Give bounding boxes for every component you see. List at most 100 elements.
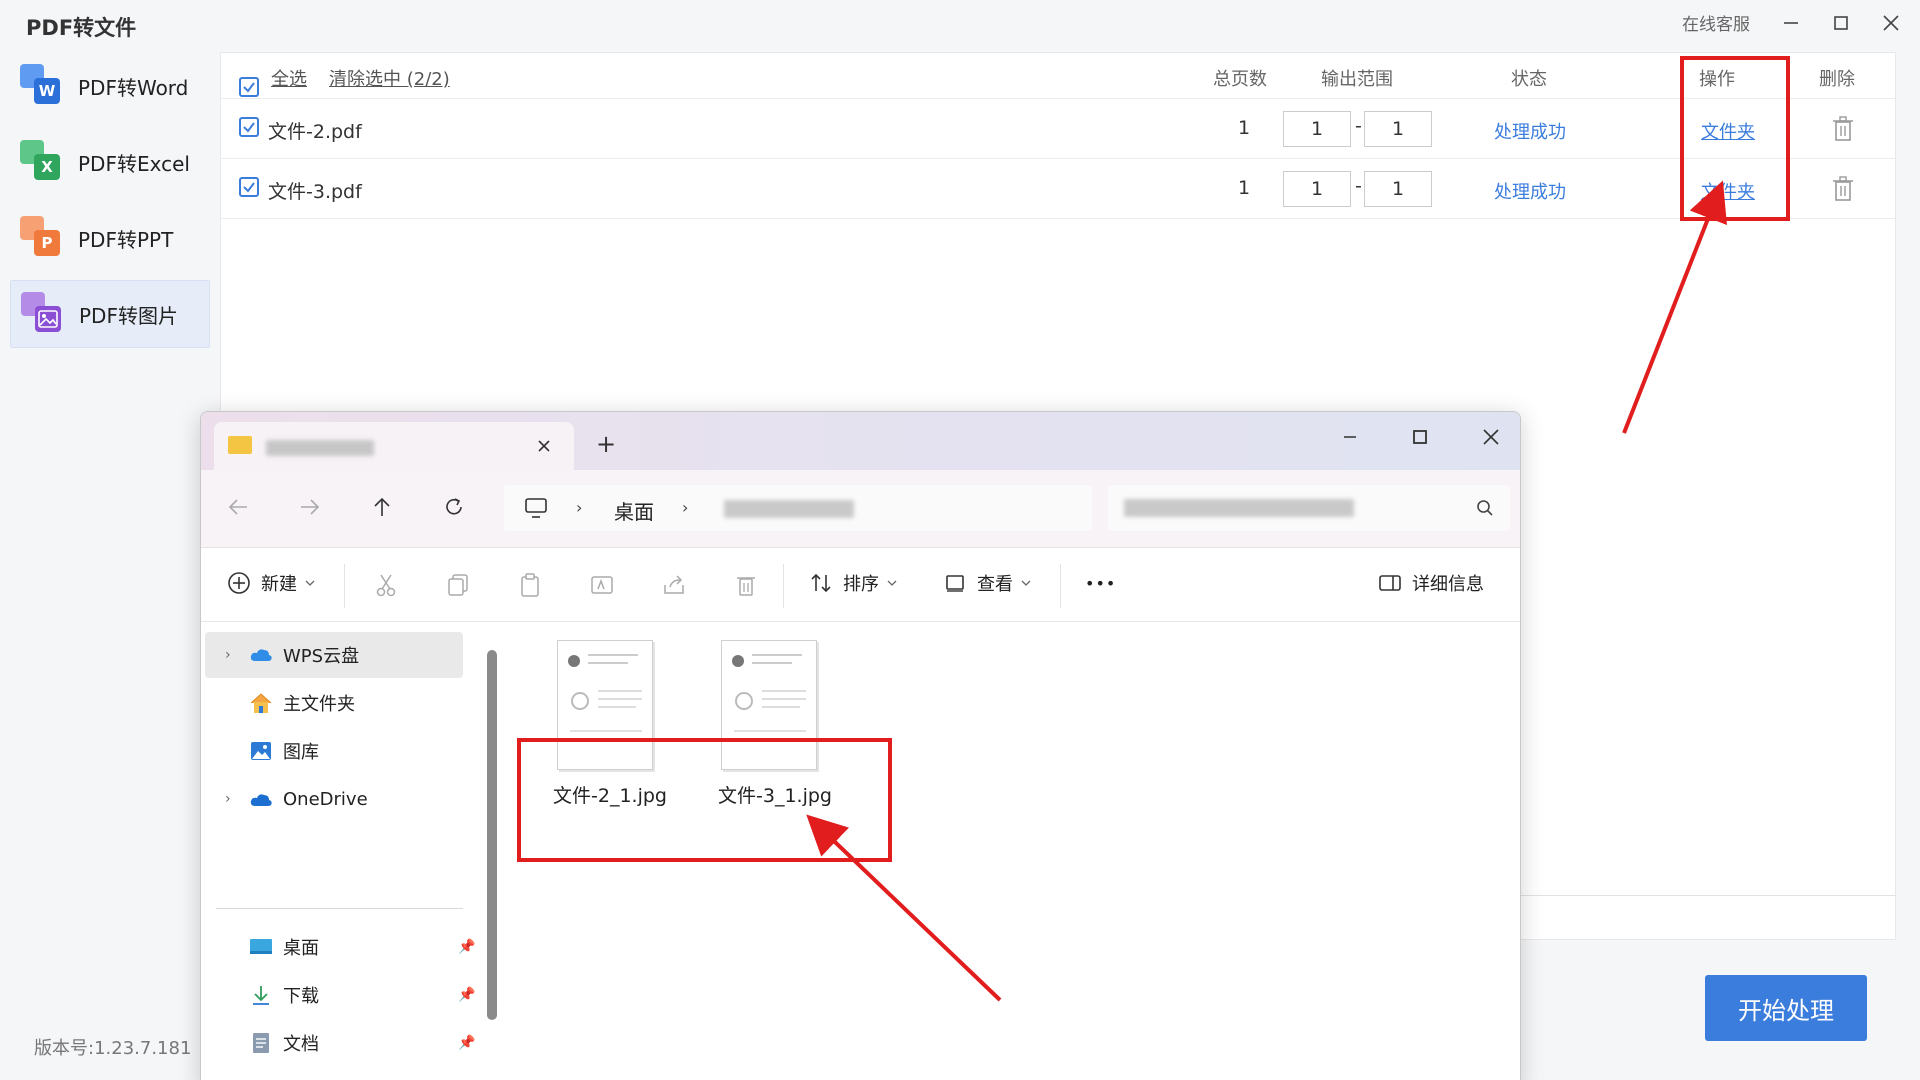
status-text: 处理成功 (1494, 122, 1566, 143)
new-button-label: 新建 (261, 574, 297, 595)
cloud-icon (249, 644, 273, 666)
pin-icon[interactable]: 📌 (458, 987, 475, 1003)
range-to-input[interactable]: 1 (1364, 171, 1432, 207)
delete-icon[interactable] (733, 572, 759, 598)
maximize-icon[interactable] (1830, 12, 1852, 34)
start-processing-button[interactable]: 开始处理 (1705, 975, 1867, 1041)
rename-icon[interactable] (589, 572, 615, 598)
nav-item-downloads[interactable]: 下载 📌 (205, 972, 475, 1018)
desktop-icon (249, 936, 273, 958)
toolbar-divider (344, 564, 345, 608)
pin-icon[interactable]: 📌 (458, 1035, 475, 1051)
explorer-tab[interactable] (214, 422, 574, 470)
details-pane-icon (1378, 573, 1402, 593)
nav-pane-scrollbar[interactable] (487, 650, 497, 1020)
status-text: 处理成功 (1494, 182, 1566, 203)
redacted-search-placeholder (1124, 499, 1354, 517)
redacted-tab-title (266, 440, 374, 456)
nav-item-pictures[interactable]: 图片 📌 (205, 1068, 463, 1080)
row-checkbox[interactable] (239, 177, 259, 198)
nav-item-gallery[interactable]: 图库 (205, 728, 463, 774)
chevron-right-icon[interactable]: › (225, 647, 231, 663)
sidebar-item-pdf-to-image[interactable]: PDF转图片 (10, 280, 210, 348)
more-options-button[interactable]: ••• (1085, 574, 1116, 593)
range-from-input[interactable]: 1 (1283, 111, 1351, 147)
nav-item-wps-cloud[interactable]: › WPS云盘 (205, 632, 463, 678)
home-icon (249, 692, 273, 714)
nav-item-documents[interactable]: 文档 📌 (205, 1020, 475, 1066)
nav-item-label: OneDrive (283, 788, 368, 810)
column-delete: 删除 (1819, 69, 1855, 90)
search-input[interactable] (1108, 485, 1510, 531)
minimize-icon[interactable] (1780, 12, 1802, 34)
view-button[interactable]: 查看 (945, 570, 1031, 596)
nav-item-label: 下载 (283, 986, 319, 1007)
trash-icon[interactable] (1831, 175, 1855, 203)
close-icon[interactable] (1880, 12, 1902, 34)
sidebar-item-pdf-to-ppt[interactable]: P PDF转PPT (10, 204, 210, 272)
sidebar-item-pdf-to-word[interactable]: W PDF转Word (10, 52, 210, 120)
select-all-label[interactable]: 全选 (271, 65, 307, 91)
file-name: 文件-3.pdf (268, 181, 362, 203)
plus-circle-icon (227, 571, 251, 595)
share-icon[interactable] (661, 572, 687, 598)
copy-icon[interactable] (445, 572, 471, 598)
computer-icon (524, 497, 548, 523)
close-icon[interactable] (1478, 424, 1504, 450)
toolbar-divider (783, 564, 784, 608)
document-icon (249, 1032, 273, 1054)
redacted-breadcrumb (724, 500, 854, 518)
new-tab-button[interactable]: + (594, 430, 618, 458)
excel-convert-icon: X (20, 140, 64, 184)
clear-selection-link[interactable]: 清除选中 (2/2) (329, 65, 450, 91)
back-arrow-icon[interactable] (225, 494, 251, 520)
explorer-navbar: › 桌面 › (201, 470, 1520, 548)
file-name: 文件-2.pdf (268, 121, 362, 143)
sort-button[interactable]: 排序 (809, 570, 897, 596)
tab-close-icon[interactable] (532, 434, 556, 458)
window-controls: 在线客服 (1682, 10, 1902, 35)
table-row: 文件-2.pdf 1 1 - 1 处理成功 文件夹 (221, 99, 1895, 159)
onedrive-icon (249, 788, 273, 810)
paste-icon[interactable] (517, 572, 543, 598)
new-button[interactable]: 新建 (227, 570, 315, 596)
pin-icon[interactable]: 📌 (458, 939, 475, 955)
details-pane-label: 详细信息 (1412, 574, 1484, 595)
sidebar-item-label: PDF转Word (78, 75, 189, 100)
page-count: 1 (1237, 117, 1251, 139)
online-service-link[interactable]: 在线客服 (1682, 10, 1750, 35)
search-icon (1476, 499, 1494, 521)
chevron-down-icon (305, 579, 315, 587)
address-bar[interactable]: › 桌面 › (504, 485, 1092, 531)
trash-icon[interactable] (1831, 115, 1855, 143)
refresh-icon[interactable] (441, 494, 467, 520)
column-status: 状态 (1511, 69, 1547, 90)
table-header: 全选 清除选中 (2/2) 总页数 输出范围 状态 操作 删除 (221, 53, 1895, 99)
nav-item-home[interactable]: 主文件夹 (205, 680, 463, 726)
app-title: PDF转文件 (26, 16, 137, 40)
breadcrumb-desktop[interactable]: 桌面 (614, 496, 654, 525)
chevron-right-icon[interactable]: › (225, 791, 231, 807)
gallery-icon (249, 740, 273, 762)
sidebar-item-label: PDF转PPT (78, 227, 174, 252)
nav-item-onedrive[interactable]: › OneDrive (205, 776, 463, 822)
maximize-icon[interactable] (1407, 424, 1433, 450)
details-pane-button[interactable]: 详细信息 (1378, 570, 1484, 596)
nav-item-label: 图库 (283, 742, 319, 763)
nav-item-label: 桌面 (283, 938, 319, 959)
folder-icon (228, 436, 252, 454)
view-button-label: 查看 (977, 574, 1013, 595)
cut-icon[interactable] (373, 572, 399, 598)
range-from-input[interactable]: 1 (1283, 171, 1351, 207)
forward-arrow-icon[interactable] (297, 494, 323, 520)
row-checkbox[interactable] (239, 117, 259, 138)
nav-item-desktop[interactable]: 桌面 📌 (205, 924, 475, 970)
sidebar: W PDF转Word X PDF转Excel P PDF转PPT PDF转图片 (0, 52, 218, 1080)
nav-item-label: 文档 (283, 1034, 319, 1055)
toolbar-divider (1060, 564, 1061, 608)
view-icon (945, 573, 967, 593)
up-arrow-icon[interactable] (369, 494, 395, 520)
sidebar-item-pdf-to-excel[interactable]: X PDF转Excel (10, 128, 210, 196)
range-to-input[interactable]: 1 (1364, 111, 1432, 147)
minimize-icon[interactable] (1337, 424, 1363, 450)
